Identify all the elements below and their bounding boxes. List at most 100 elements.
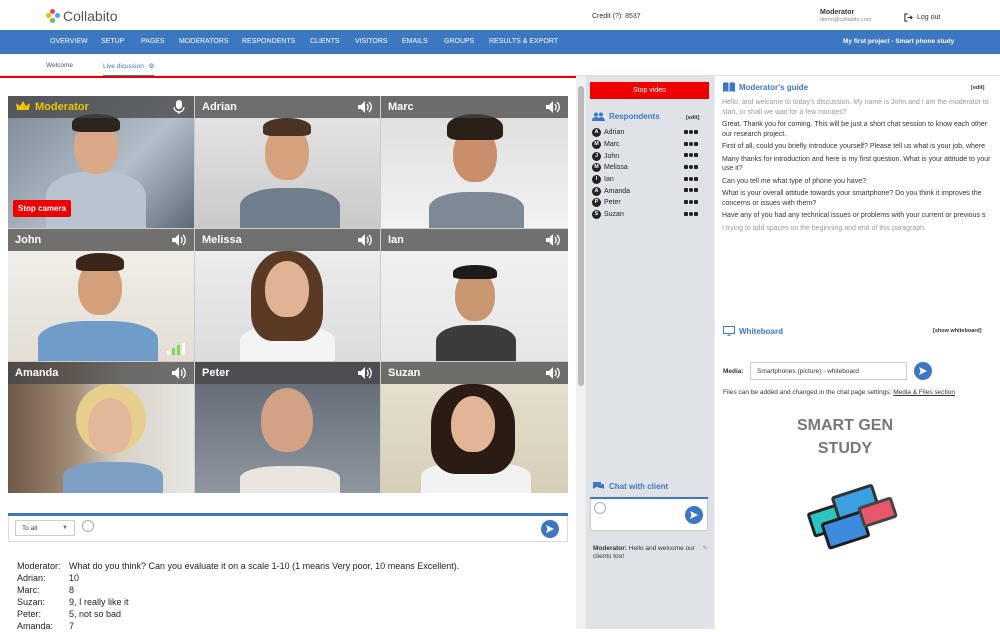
client-send-button[interactable] [685, 506, 703, 524]
video-grid: Moderator Stop camera Adrian Marc John M… [8, 96, 568, 493]
client-chat-title: Chat with client [609, 481, 669, 491]
app-name: Collabito [63, 8, 118, 24]
media-select[interactable]: Smartphones (picture) - whiteboard [750, 362, 907, 380]
speaker-icon[interactable] [357, 366, 373, 380]
nav-groups[interactable]: GROUPS [444, 38, 474, 45]
smartphones-illustration [807, 484, 898, 550]
respondent-controls[interactable] [684, 141, 698, 146]
nav-respondents[interactable]: RESPONDENTS [242, 38, 295, 45]
respondent-controls[interactable] [684, 211, 698, 216]
emoji-icon[interactable] [594, 502, 606, 514]
tile-name-label: Peter [195, 362, 380, 384]
media-send-button[interactable] [914, 362, 932, 380]
respondent-item[interactable]: I Ian [592, 174, 706, 186]
nav-moderators[interactable]: MODERATORS [179, 38, 229, 45]
logout-button[interactable]: Log out [904, 13, 940, 22]
show-whiteboard-link[interactable]: [show whiteboard] [933, 328, 982, 334]
logo[interactable]: Collabito [46, 8, 117, 24]
guide-paragraph: Hello, and welcome to today's discussion… [722, 99, 989, 116]
chevron-down-icon: ▼ [62, 525, 68, 531]
video-tile-marc[interactable]: Marc [381, 96, 568, 228]
speaker-icon[interactable] [545, 233, 561, 247]
logout-icon [904, 13, 913, 22]
nav-results-export[interactable]: RESULTS & EXPORT [489, 38, 558, 45]
emoji-icon[interactable] [82, 520, 94, 532]
client-chat-input[interactable] [590, 499, 708, 531]
speaker-icon[interactable] [171, 233, 187, 247]
video-tile-adrian[interactable]: Adrian [195, 96, 380, 228]
book-icon [723, 82, 735, 92]
video-tile-peter[interactable]: Peter [195, 362, 380, 493]
stop-video-button[interactable]: Stop video [590, 82, 709, 99]
respondent-item[interactable]: S Suzan [592, 209, 706, 221]
avatar: P [592, 198, 601, 208]
tab-welcome[interactable]: Welcome [46, 62, 73, 69]
respondent-controls[interactable] [684, 188, 698, 193]
video-tile-melissa[interactable]: Melissa [195, 229, 380, 361]
chat-message: Moderator: What do you think? Can you eva… [17, 561, 460, 571]
microphone-icon[interactable] [171, 100, 187, 114]
respondent-item[interactable]: M Melissa [592, 162, 706, 174]
main-scrollbar[interactable] [576, 76, 586, 629]
respondents-edit-link[interactable]: [edit] [686, 115, 699, 121]
guide-paragraph: What is your overall attitude towards yo… [722, 190, 982, 207]
whiteboard-image-text: SMART GEN STUDY [797, 417, 893, 457]
respondent-controls[interactable] [684, 153, 698, 158]
credit-display: Credit (?): 8537 [592, 13, 641, 20]
speaker-icon[interactable] [357, 233, 373, 247]
respondents-header: Respondents [592, 112, 660, 121]
sub-tabs: Welcome Live dicussion ⚙ [0, 54, 1000, 77]
nav-overview[interactable]: OVERVIEW [50, 38, 88, 45]
guide-title: Moderator's guide [739, 82, 809, 92]
respondent-controls[interactable] [684, 200, 698, 205]
tab-live-discussion[interactable]: Live dicussion ⚙ [103, 62, 155, 77]
avatar: J [592, 151, 601, 161]
video-tile-amanda[interactable]: Amanda [8, 362, 194, 493]
media-files-link[interactable]: Media & Files section [893, 389, 955, 396]
signal-strength-icon [167, 343, 185, 355]
chat-message: Peter: 5, not so bad [17, 609, 122, 619]
send-icon [546, 525, 554, 533]
nav-visitors[interactable]: VISITORS [355, 38, 388, 45]
crown-icon [16, 101, 30, 110]
respondent-controls[interactable] [684, 165, 698, 170]
nav-setup[interactable]: SETUP [101, 38, 124, 45]
settings-gear-icon[interactable]: ⚙ [149, 63, 155, 70]
top-bar: Collabito Credit (?): 8537 Moderator dem… [0, 0, 1000, 30]
avatar: A [592, 128, 601, 138]
respondent-controls[interactable] [684, 176, 698, 181]
video-tile-moderator[interactable]: Moderator Stop camera [8, 96, 194, 228]
speaker-icon[interactable] [357, 100, 373, 114]
chat-bubble-icon [593, 482, 604, 489]
nav-emails[interactable]: EMAILS [402, 38, 428, 45]
stop-camera-button[interactable]: Stop camera [13, 200, 72, 217]
send-button[interactable] [541, 520, 559, 538]
nav-clients[interactable]: CLIENTS [310, 38, 340, 45]
speaker-icon[interactable] [545, 366, 561, 380]
send-icon [690, 511, 698, 519]
scrollbar-thumb[interactable] [578, 86, 584, 386]
guide-paragraph: Have any of you had any technical issues… [722, 212, 986, 219]
video-tile-ian[interactable]: Ian [381, 229, 568, 361]
respondent-controls[interactable] [684, 130, 698, 134]
respondent-item[interactable]: A Adrian [592, 127, 706, 139]
video-tile-suzan[interactable]: Suzan [381, 362, 568, 493]
chat-input-bar: To all ▼ [8, 516, 568, 542]
recipient-select[interactable]: To all ▼ [15, 520, 75, 536]
avatar: A [592, 186, 601, 196]
nav-pages[interactable]: PAGES [141, 38, 165, 45]
live-indicator-bar [0, 76, 576, 78]
speaker-icon[interactable] [171, 366, 187, 380]
guide-paragraph: Many thanks for introduction and here is… [722, 155, 991, 173]
speaker-icon[interactable] [545, 100, 561, 114]
respondent-item[interactable]: A Amanda [592, 185, 706, 197]
pencil-icon[interactable]: ✎ [703, 545, 708, 553]
respondent-item[interactable]: M Marc [592, 139, 706, 151]
send-icon [919, 367, 927, 375]
video-tile-john[interactable]: John [8, 229, 194, 361]
client-chat-message: Moderator: Hello and welcome our clients… [593, 545, 708, 561]
respondent-item[interactable]: J John [592, 150, 706, 162]
respondents-list: A Adrian M Marc J John M Melissa I Ian A Amand… [592, 127, 706, 221]
respondent-item[interactable]: P Peter [592, 197, 706, 209]
guide-edit-link[interactable]: [edit] [971, 85, 984, 91]
